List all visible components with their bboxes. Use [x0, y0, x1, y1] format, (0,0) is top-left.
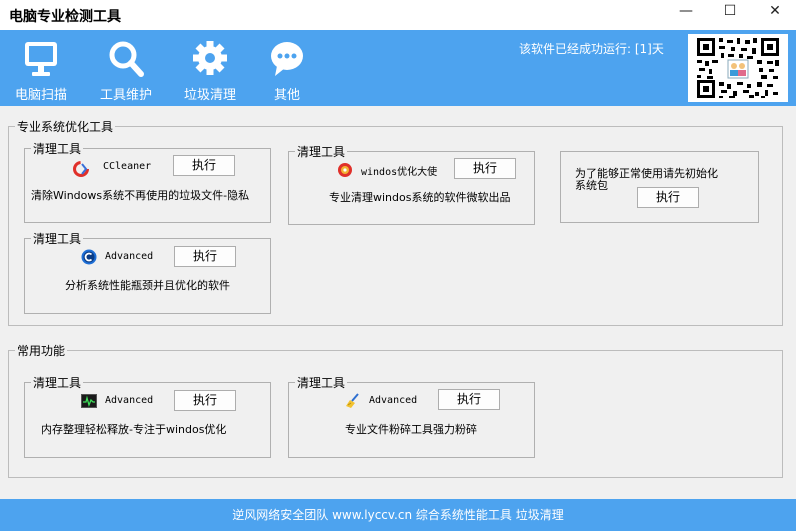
close-icon: ✕ — [769, 3, 781, 19]
toolbar-item-label: 垃圾清理 — [183, 88, 236, 103]
footer: 逆风网络安全团队 www.lyccv.cn 综合系统性能工具 垃圾清理 — [0, 499, 796, 531]
toolbar: 电脑扫描 工具维护 垃圾清理 其他 该软件已经成功运行: [1]天 — [0, 30, 796, 106]
execute-button[interactable]: 执行 — [454, 158, 516, 179]
ccleaner-icon — [73, 161, 89, 177]
toolbar-item-cleanup[interactable]: 垃圾清理 — [175, 38, 245, 103]
tool-card-ccleaner: 清理工具 CCleaner 执行 清除Windows系统不再使用的垃圾文件-隐私 — [24, 140, 271, 223]
minimize-button[interactable]: — — [663, 0, 709, 24]
gear-icon — [193, 41, 227, 75]
toolbar-item-label: 电脑扫描 — [14, 88, 67, 103]
card-title: 清理工具 — [31, 230, 84, 247]
app-name: Advanced — [369, 395, 418, 406]
toolbar-item-label: 其他 — [273, 88, 300, 103]
tool-card-file-shredder: 清理工具 Advanced 执行 专业文件粉碎工具强力粉碎 — [288, 374, 535, 458]
maximize-icon: ☐ — [723, 3, 737, 19]
group-title: 专业系统优化工具 — [15, 118, 116, 135]
app-name: Advanced — [105, 395, 154, 406]
group-title: 常用功能 — [15, 342, 68, 359]
app-name: Advanced — [105, 251, 154, 262]
execute-button[interactable]: 执行 — [174, 246, 236, 267]
memory-monitor-icon — [81, 394, 97, 408]
card-title: 清理工具 — [295, 143, 348, 160]
shredder-broom-icon — [346, 393, 359, 408]
tool-card-advanced-performance: 清理工具 Advanced 执行 分析系统性能瓶颈并且优化的软件 — [24, 230, 271, 314]
optimizer-icon — [338, 163, 352, 177]
tool-card-windows-optimizer: 清理工具 windos优化大使 执行 专业清理windos系统的软件微软出品 — [288, 143, 535, 225]
card-title: 清理工具 — [31, 140, 84, 157]
runtime-status: 该软件已经成功运行: [1]天 — [519, 42, 664, 56]
toolbar-item-label: 工具维护 — [99, 88, 152, 103]
tool-card-memory-cleanup: 清理工具 Advanced 执行 内存整理轻松释放-专注于windos优化 — [24, 374, 271, 458]
monitor-icon — [25, 42, 57, 76]
execute-button[interactable]: 执行 — [637, 187, 699, 208]
tool-description: 专业清理windos系统的软件微软出品 — [329, 191, 511, 204]
title-bar: 电脑专业检测工具 — ☐ ✕ — [0, 0, 796, 30]
toolbar-item-other[interactable]: 其他 — [252, 38, 322, 103]
toolbar-item-scan[interactable]: 电脑扫描 — [6, 38, 76, 103]
tool-description: 分析系统性能瓶颈并且优化的软件 — [65, 279, 230, 292]
tool-description: 清除Windows系统不再使用的垃圾文件-隐私 — [31, 189, 250, 202]
execute-button[interactable]: 执行 — [174, 390, 236, 411]
minimize-icon: — — [679, 3, 693, 19]
toolbar-item-maintenance[interactable]: 工具维护 — [91, 38, 161, 103]
execute-button[interactable]: 执行 — [438, 389, 500, 410]
app-name: windos优化大使 — [361, 167, 438, 178]
maximize-button[interactable]: ☐ — [707, 0, 753, 24]
advanced-icon — [81, 249, 97, 265]
footer-text: 逆风网络安全团队 www.lyccv.cn 综合系统性能工具 垃圾清理 — [232, 508, 564, 522]
card-title: 清理工具 — [295, 374, 348, 391]
tool-description: 专业文件粉碎工具强力粉碎 — [345, 423, 477, 436]
card-title: 清理工具 — [31, 374, 84, 391]
magnifier-icon — [109, 41, 144, 77]
execute-button[interactable]: 执行 — [173, 155, 235, 176]
app-name: CCleaner — [103, 161, 152, 172]
chat-bubble-icon — [271, 42, 303, 76]
qr-code — [688, 34, 788, 102]
close-button[interactable]: ✕ — [752, 0, 796, 24]
window-title: 电脑专业检测工具 — [9, 9, 121, 25]
init-package-card: 为了能够正常使用请先初始化系统包 执行 — [560, 151, 759, 223]
tool-description: 内存整理轻松释放-专注于windos优化 — [41, 423, 227, 436]
qr-code-icon — [697, 38, 779, 98]
